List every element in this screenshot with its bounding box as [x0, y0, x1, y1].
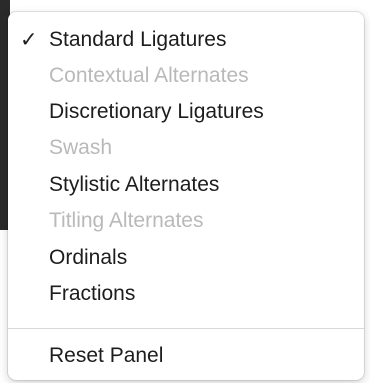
menu-item-reset-panel[interactable]: Reset Panel [8, 338, 364, 374]
menu-item-label: Swash [49, 136, 113, 159]
menu-item-label: Standard Ligatures [49, 28, 227, 51]
menu-item-standard-ligatures[interactable]: ✓ Standard Ligatures [8, 22, 364, 58]
menu-item-label: Contextual Alternates [49, 64, 249, 87]
menu-item-ordinals[interactable]: Ordinals [8, 240, 364, 276]
menu-item-label: Fractions [49, 282, 136, 305]
menu-item-label: Ordinals [49, 246, 128, 269]
menu-item-label: Discretionary Ligatures [49, 100, 264, 123]
menu-item-label: Reset Panel [49, 344, 164, 367]
menu-item-fractions[interactable]: Fractions [8, 276, 364, 312]
checkmark-icon: ✓ [20, 28, 38, 52]
menu-item-label: Titling Alternates [49, 209, 204, 232]
menu-item-titling-alternates: Titling Alternates [8, 203, 364, 239]
menu-item-contextual-alternates: Contextual Alternates [8, 58, 364, 94]
menu-item-discretionary-ligatures[interactable]: Discretionary Ligatures [8, 94, 364, 130]
opentype-features-menu: ✓ Standard Ligatures Contextual Alternat… [8, 12, 364, 380]
menu-item-stylistic-alternates[interactable]: Stylistic Alternates [8, 167, 364, 203]
menu-item-swash: Swash [8, 130, 364, 166]
menu-item-label: Stylistic Alternates [49, 173, 220, 196]
menu-separator [8, 328, 364, 329]
